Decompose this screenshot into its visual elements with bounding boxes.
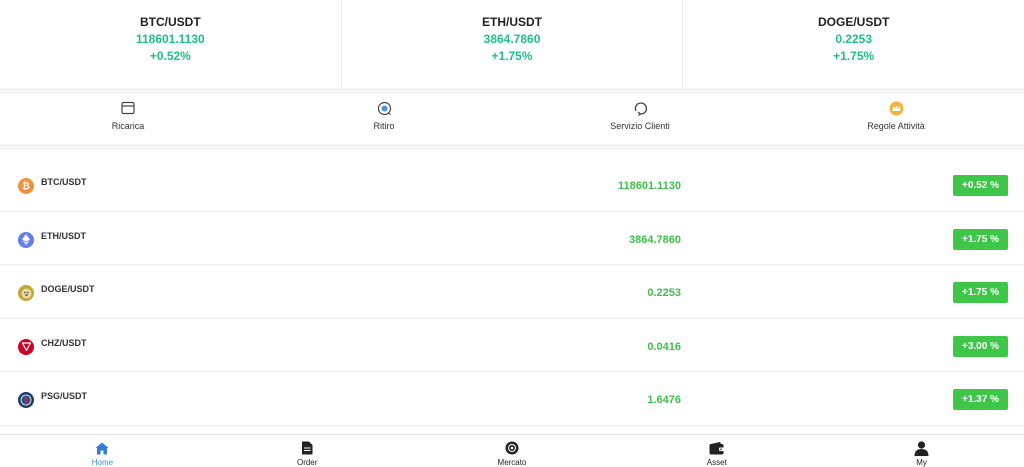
market-list: ₿ BTC/USDT 118601.1130 +0.52 % ETH/USDT … bbox=[0, 158, 1024, 426]
market-pair: PSG/USDT bbox=[41, 391, 88, 401]
action-label: Regole Attività bbox=[867, 121, 925, 131]
tab-label: Mercato bbox=[497, 458, 527, 467]
ticker-eth[interactable]: ETH/USDT 3864.7860 +1.75% bbox=[340, 0, 683, 90]
document-icon bbox=[299, 440, 315, 456]
market-price: 3864.7860 bbox=[629, 233, 681, 246]
market-price: 118601.1130 bbox=[617, 180, 681, 192]
tab-order[interactable]: Order bbox=[205, 435, 410, 467]
ticker-btc[interactable]: BTC/USDT 118601.1130 +0.52% bbox=[0, 0, 341, 90]
withdraw-coin-icon bbox=[376, 100, 392, 116]
chiliz-icon bbox=[18, 338, 34, 355]
tab-label: Order bbox=[296, 458, 318, 467]
action-regole-attivita[interactable]: Regole Attività bbox=[768, 94, 1024, 144]
ticker-header: BTC/USDT 118601.1130 +0.52% ETH/USDT 386… bbox=[0, 0, 1024, 90]
change-badge: +0.52 % bbox=[953, 175, 1008, 196]
action-label: Ritiro bbox=[373, 121, 395, 131]
bottom-tab-bar: Home Order Mercato Asset My bbox=[0, 434, 1024, 467]
action-servizio-clienti[interactable]: Servizio Clienti bbox=[512, 94, 768, 144]
ethereum-icon bbox=[18, 231, 34, 248]
bitcoin-icon: ₿ bbox=[18, 178, 34, 194]
market-pair: BTC/USDT bbox=[41, 177, 87, 187]
action-label: Servizio Clienti bbox=[610, 121, 670, 131]
tab-home[interactable]: Home bbox=[0, 435, 205, 467]
market-row-btc[interactable]: ₿ BTC/USDT 118601.1130 +0.52 % bbox=[0, 158, 1024, 212]
ticker-change: +1.75% bbox=[491, 49, 533, 63]
quick-actions: Ricarica Ritiro Servizio Clienti Regole … bbox=[0, 94, 1024, 144]
tab-label: My bbox=[916, 458, 927, 467]
home-icon bbox=[94, 440, 110, 456]
market-price: 1.6476 bbox=[647, 394, 681, 406]
wallet-icon bbox=[709, 440, 725, 456]
user-icon bbox=[914, 440, 930, 456]
market-pair: CHZ/USDT bbox=[41, 337, 87, 348]
wallet-card-icon bbox=[120, 100, 136, 116]
change-badge: +1.37 % bbox=[953, 389, 1008, 410]
ticker-change: +1.75% bbox=[833, 49, 875, 63]
tab-label: Asset bbox=[706, 458, 727, 467]
change-badge: +1.75 % bbox=[953, 228, 1008, 250]
market-coin-icon bbox=[504, 440, 520, 456]
market-row-chz[interactable]: CHZ/USDT 0.0416 +3.00 % bbox=[0, 319, 1024, 372]
section-divider bbox=[0, 144, 1024, 150]
market-pair: ETH/USDT bbox=[41, 230, 86, 241]
customer-service-icon bbox=[632, 100, 648, 116]
action-ritiro[interactable]: Ritiro bbox=[256, 94, 512, 144]
ticker-change: +0.52% bbox=[149, 49, 191, 63]
ticker-symbol: BTC/USDT bbox=[140, 15, 201, 29]
ticker-price: 118601.1130 bbox=[135, 32, 205, 46]
market-pair: DOGE/USDT bbox=[41, 284, 95, 294]
tab-mercato[interactable]: Mercato bbox=[410, 435, 615, 467]
ticker-symbol: ETH/USDT bbox=[482, 15, 542, 29]
psg-icon bbox=[18, 392, 34, 408]
ticker-symbol: DOGE/USDT bbox=[818, 15, 890, 29]
tab-label: Home bbox=[91, 458, 114, 467]
change-badge: +3.00 % bbox=[953, 335, 1008, 357]
crown-icon bbox=[888, 100, 904, 116]
tab-my[interactable]: My bbox=[819, 435, 1024, 467]
tab-asset[interactable]: Asset bbox=[614, 435, 819, 467]
market-row-psg[interactable]: PSG/USDT 1.6476 +1.37 % bbox=[0, 372, 1024, 426]
change-badge: +1.75 % bbox=[953, 282, 1008, 303]
dogecoin-icon bbox=[18, 285, 34, 301]
market-row-doge[interactable]: DOGE/USDT 0.2253 +1.75 % bbox=[0, 265, 1024, 319]
market-row-eth[interactable]: ETH/USDT 3864.7860 +1.75 % bbox=[0, 212, 1024, 265]
ticker-price: 0.2253 bbox=[835, 32, 873, 46]
action-ricarica[interactable]: Ricarica bbox=[0, 94, 256, 144]
ticker-doge[interactable]: DOGE/USDT 0.2253 +1.75% bbox=[682, 0, 1024, 90]
action-label: Ricarica bbox=[111, 121, 145, 131]
market-price: 0.0416 bbox=[647, 340, 681, 353]
market-price: 0.2253 bbox=[647, 287, 681, 299]
ticker-price: 3864.7860 bbox=[483, 32, 541, 46]
